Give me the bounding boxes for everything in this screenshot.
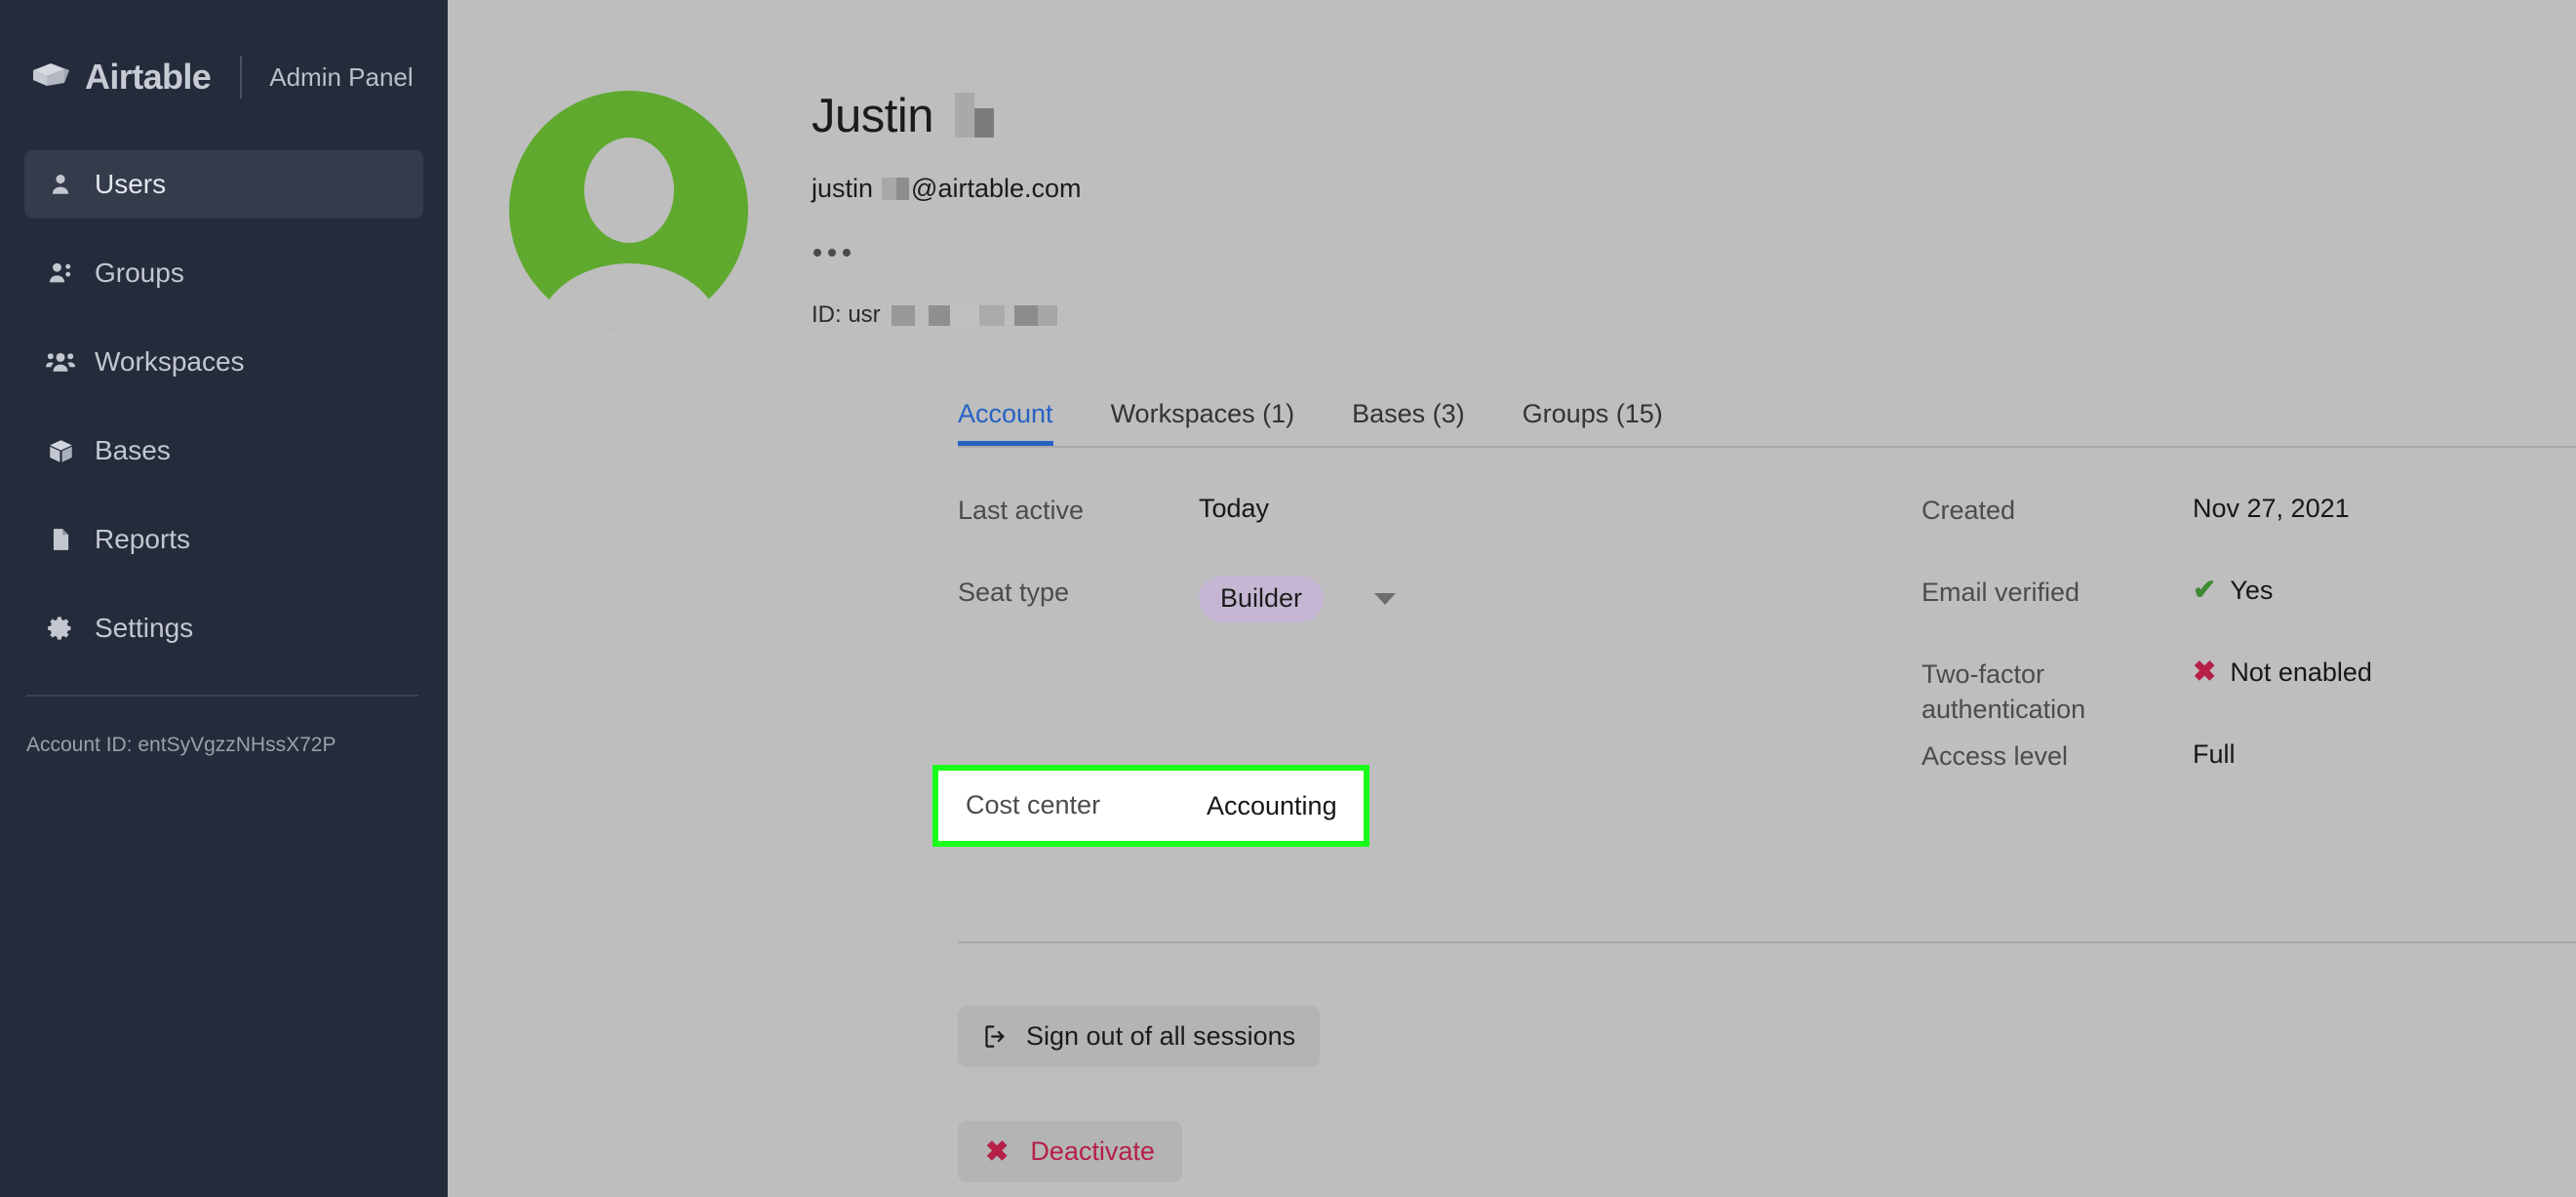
detail-row-seat-type: Seat type Builder	[958, 573, 1504, 655]
detail-row-email-verified: Email verified ✔ Yes	[1922, 573, 2576, 655]
detail-value: Yes	[2230, 576, 2274, 605]
sidebar-item-label: Settings	[95, 613, 194, 643]
sidebar-item-groups[interactable]: Groups	[24, 239, 423, 307]
gear-icon	[46, 614, 75, 643]
sidebar-item-reports[interactable]: Reports	[24, 505, 423, 574]
tabs-bar: Account Workspaces (1) Bases (3) Groups …	[448, 399, 2576, 448]
email-prefix: justin	[812, 174, 874, 203]
sidebar-item-settings[interactable]: Settings	[24, 594, 423, 662]
airtable-logo-icon	[32, 60, 73, 95]
tab-bases[interactable]: Bases (3)	[1352, 399, 1465, 448]
person-avatar-icon	[509, 91, 748, 330]
name-redaction-block	[955, 93, 995, 138]
user-name-row: Justin	[812, 93, 1082, 140]
brand-header: Airtable Admin Panel	[0, 47, 448, 107]
chevron-down-icon[interactable]	[1374, 592, 1397, 605]
detail-row-access-level: Access level Full	[1922, 737, 2576, 818]
details-left-column: Last active Today Seat type Builder	[958, 491, 1504, 655]
action-buttons: Sign out of all sessions ✖ Deactivate	[958, 1006, 1321, 1182]
sign-out-all-sessions-button[interactable]: Sign out of all sessions	[958, 1006, 1321, 1067]
document-icon	[46, 525, 75, 554]
user-group-icon	[46, 347, 75, 377]
detail-label: Cost center	[966, 790, 1101, 820]
detail-value: Not enabled	[2230, 658, 2372, 687]
overflow-menu-icon[interactable]	[812, 241, 864, 264]
button-label: Deactivate	[1030, 1137, 1155, 1166]
detail-value-wrap: ✔ Yes	[2193, 573, 2273, 606]
x-icon: ✖	[2193, 657, 2217, 688]
sidebar-item-label: Reports	[95, 524, 191, 554]
detail-value: Nov 27, 2021	[2193, 494, 2350, 523]
detail-row-two-factor: Two-factor authentication ✖ Not enabled	[1922, 655, 2576, 737]
sidebar-nav: Users Groups Workspaces Bases Reports Se…	[0, 150, 448, 662]
main-content: Justin justin @airtable.com ID: usr Acco…	[448, 0, 2576, 1197]
avatar-body	[535, 263, 722, 330]
tab-groups[interactable]: Groups (15)	[1523, 399, 1663, 448]
logout-icon	[982, 1023, 1009, 1050]
user-id-redaction-block	[891, 304, 1057, 326]
deactivate-button[interactable]: ✖ Deactivate	[958, 1121, 1182, 1182]
detail-row-cost-center[interactable]: Cost center Accounting	[932, 765, 1369, 847]
section-divider	[958, 941, 2576, 943]
user-email: justin @airtable.com	[812, 174, 1082, 204]
x-icon: ✖	[985, 1137, 1010, 1168]
detail-label: Access level	[1922, 741, 2069, 771]
sidebar: Airtable Admin Panel Users Groups Worksp…	[0, 0, 448, 1197]
detail-label: Seat type	[958, 578, 1070, 607]
brand-subtitle: Admin Panel	[269, 61, 414, 92]
detail-label: Created	[1922, 496, 2016, 525]
detail-value: Accounting	[1207, 790, 1337, 820]
detail-label: Last active	[958, 496, 1085, 525]
brand-divider	[240, 56, 243, 99]
detail-value: Full	[2193, 739, 2236, 769]
brand-name: Airtable	[85, 57, 212, 97]
sidebar-item-label: Users	[95, 169, 167, 199]
tabs-divider	[958, 446, 2576, 448]
admin-panel-app: Airtable Admin Panel Users Groups Worksp…	[0, 0, 2576, 1197]
sidebar-item-label: Groups	[95, 258, 184, 288]
cube-icon	[46, 436, 75, 465]
status-badge[interactable]: Builder	[1199, 576, 1325, 622]
tab-account[interactable]: Account	[958, 399, 1053, 448]
account-id-label: Account ID: entSyVgzzNHssX72P	[26, 734, 337, 756]
detail-value: Builder	[1199, 573, 1397, 622]
detail-row-last-active: Last active Today	[958, 491, 1504, 573]
detail-label: Two-factor authentication	[1922, 659, 2086, 724]
profile-info: Justin justin @airtable.com ID: usr	[748, 91, 1082, 330]
sidebar-item-users[interactable]: Users	[24, 150, 423, 219]
email-suffix: @airtable.com	[911, 174, 1082, 203]
detail-value: Today	[1199, 494, 1270, 523]
email-redaction-block	[882, 178, 910, 200]
sidebar-item-workspaces[interactable]: Workspaces	[24, 328, 423, 396]
detail-value-wrap: ✖ Not enabled	[2193, 655, 2372, 688]
detail-label: Email verified	[1922, 578, 2081, 607]
user-id-row: ID: usr	[812, 301, 1082, 329]
check-icon: ✔	[2193, 575, 2217, 606]
page-title: Justin	[812, 90, 934, 142]
sidebar-item-label: Bases	[95, 435, 171, 465]
detail-row-created: Created Nov 27, 2021	[1922, 491, 2576, 573]
user-id-prefix: ID: usr	[812, 301, 881, 328]
sidebar-item-label: Workspaces	[95, 346, 245, 377]
tab-workspaces[interactable]: Workspaces (1)	[1111, 399, 1295, 448]
avatar-head	[583, 138, 674, 243]
users-icon	[46, 259, 75, 288]
user-icon	[46, 170, 75, 199]
profile-header: Justin justin @airtable.com ID: usr	[448, 0, 2576, 330]
sidebar-item-bases[interactable]: Bases	[24, 417, 423, 485]
button-label: Sign out of all sessions	[1026, 1021, 1296, 1051]
details-right-column: Created Nov 27, 2021 Email verified ✔ Ye…	[1922, 491, 2576, 818]
